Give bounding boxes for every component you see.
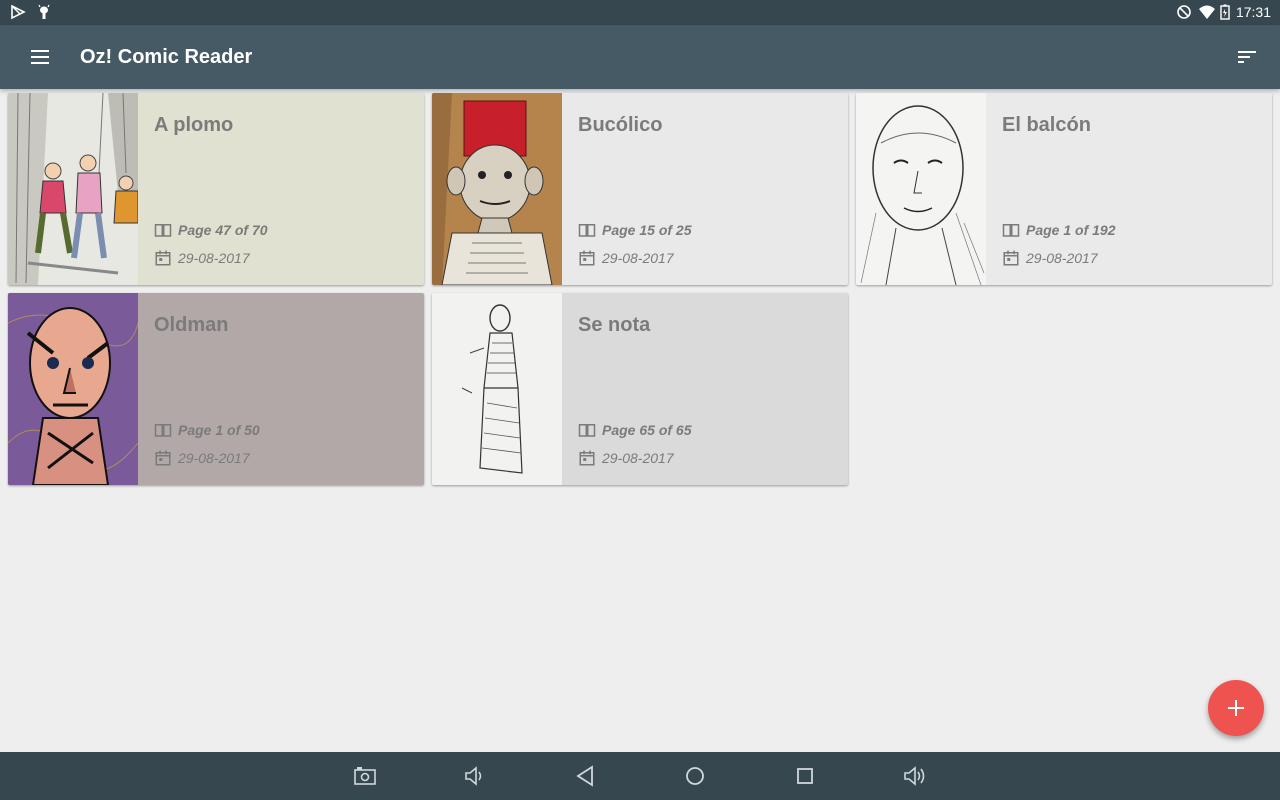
plus-icon xyxy=(1228,700,1244,716)
comic-card-a-plomo[interactable]: A plomo Page 47 of 70 29-08-2017 xyxy=(8,93,424,285)
reading-progress: Page 1 of 50 xyxy=(154,421,260,439)
reading-progress: Page 1 of 192 xyxy=(1002,221,1116,239)
comic-date: 29-08-2017 xyxy=(154,449,250,467)
book-open-icon xyxy=(578,224,596,237)
book-open-icon xyxy=(154,224,172,237)
comic-title: A plomo xyxy=(154,114,234,136)
volume-up-icon[interactable] xyxy=(903,764,927,788)
recents-icon[interactable] xyxy=(793,764,817,788)
clock: 17:31 xyxy=(1235,4,1271,20)
comic-date: 29-08-2017 xyxy=(578,449,674,467)
sort-icon[interactable] xyxy=(1235,45,1259,69)
hamburger-menu-icon[interactable] xyxy=(28,45,52,69)
comic-date: 29-08-2017 xyxy=(154,249,250,267)
volume-down-icon[interactable] xyxy=(463,764,487,788)
reading-progress: Page 15 of 25 xyxy=(578,221,692,239)
comic-title: Se nota xyxy=(578,314,651,336)
book-open-icon xyxy=(154,424,172,437)
page-progress-label: Page 1 of 192 xyxy=(1026,222,1116,238)
page-progress-label: Page 65 of 65 xyxy=(602,422,692,438)
comic-date: 29-08-2017 xyxy=(578,249,674,267)
comic-title: El balcón xyxy=(1002,114,1091,136)
page-progress-label: Page 1 of 50 xyxy=(178,422,260,438)
calendar-icon xyxy=(155,250,171,266)
add-comic-button[interactable] xyxy=(1208,680,1264,736)
reading-progress: Page 65 of 65 xyxy=(578,421,692,439)
home-icon[interactable] xyxy=(683,764,707,788)
page-progress-label: Page 47 of 70 xyxy=(178,222,268,238)
calendar-icon xyxy=(155,450,171,466)
comic-card-bucolico[interactable]: Bucólico Page 15 of 25 29-08-2017 xyxy=(432,93,848,285)
comic-card-oldman[interactable]: Oldman Page 1 of 50 29-08-2017 xyxy=(8,293,424,485)
calendar-icon xyxy=(579,250,595,266)
page-progress-label: Page 15 of 25 xyxy=(602,222,692,238)
comic-date: 29-08-2017 xyxy=(1002,249,1098,267)
android-debug-icon xyxy=(36,4,52,20)
comic-title: Oldman xyxy=(154,314,229,336)
comic-cover-image xyxy=(8,93,138,285)
navigation-bar xyxy=(0,752,1280,800)
app-bar: Oz! Comic Reader xyxy=(0,25,1280,89)
comic-card-se-nota[interactable]: Se nota Page 65 of 65 29-08-2017 xyxy=(432,293,848,485)
calendar-icon xyxy=(1003,250,1019,266)
comic-cover-image xyxy=(856,93,986,285)
app-title: Oz! Comic Reader xyxy=(80,46,253,68)
play-store-icon xyxy=(10,4,26,20)
date-label: 29-08-2017 xyxy=(1026,250,1098,266)
calendar-icon xyxy=(579,450,595,466)
status-bar: 17:31 xyxy=(0,0,1280,25)
battery-icon xyxy=(1220,4,1230,20)
do-not-disturb-icon xyxy=(1176,4,1192,20)
comic-cover-image xyxy=(432,293,562,485)
book-open-icon xyxy=(1002,224,1020,237)
date-label: 29-08-2017 xyxy=(602,450,674,466)
date-label: 29-08-2017 xyxy=(178,450,250,466)
book-open-icon xyxy=(578,424,596,437)
comic-card-el-balcon[interactable]: El balcón Page 1 of 192 29-08-2017 xyxy=(856,93,1272,285)
screenshot-icon[interactable] xyxy=(353,764,377,788)
wifi-icon xyxy=(1198,4,1215,20)
comic-cover-image xyxy=(8,293,138,485)
comic-cover-image xyxy=(432,93,562,285)
date-label: 29-08-2017 xyxy=(602,250,674,266)
back-icon[interactable] xyxy=(573,764,597,788)
comic-title: Bucólico xyxy=(578,114,663,136)
reading-progress: Page 47 of 70 xyxy=(154,221,268,239)
date-label: 29-08-2017 xyxy=(178,250,250,266)
